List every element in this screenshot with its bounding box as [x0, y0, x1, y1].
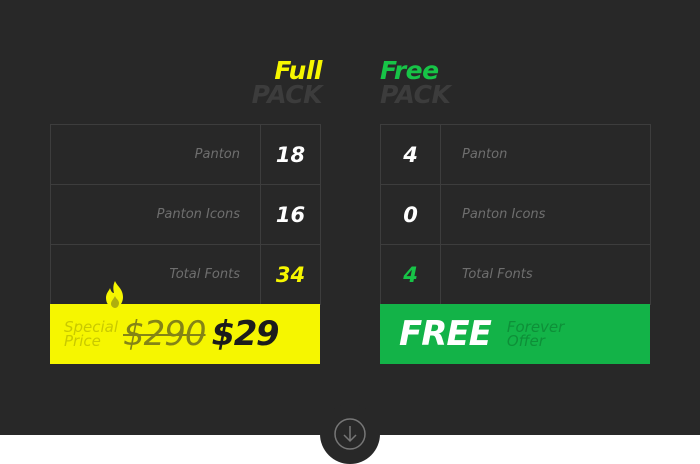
- full-pack-heading: Full PACK: [222, 58, 323, 109]
- special-price-label: Special Price: [64, 318, 119, 350]
- old-price: $290: [123, 314, 207, 354]
- table-row: 4 Total Fonts: [381, 245, 651, 305]
- feature-count: 4: [381, 125, 441, 185]
- get-free-pack-button[interactable]: FREE Forever Offer: [380, 304, 650, 364]
- table-row: 0 Panton Icons: [381, 185, 651, 245]
- free-pack-table: 4 Panton 0 Panton Icons 4 Total Fonts: [380, 124, 651, 305]
- total-count: 34: [261, 245, 321, 305]
- full-pack-subtitle: PACK: [251, 80, 323, 109]
- feature-label: Panton Icons: [441, 185, 651, 245]
- feature-label: Panton Icons: [51, 185, 261, 245]
- forever-offer-label: Forever Offer: [506, 318, 565, 350]
- feature-count: 18: [261, 125, 321, 185]
- feature-label: Panton: [51, 125, 261, 185]
- table-row: Total Fonts 34: [51, 245, 321, 305]
- table-row: 4 Panton: [381, 125, 651, 185]
- arrow-down-circle-icon: [334, 418, 366, 450]
- feature-label: Total Fonts: [441, 245, 651, 305]
- flame-icon: [106, 281, 123, 308]
- feature-label: Total Fonts: [51, 245, 261, 305]
- free-pack-heading: Free PACK: [350, 58, 480, 109]
- table-row: Panton Icons 16: [51, 185, 321, 245]
- free-label: FREE: [399, 314, 492, 354]
- table-row: Panton 18: [51, 125, 321, 185]
- feature-label: Panton: [441, 125, 651, 185]
- feature-count: 16: [261, 185, 321, 245]
- new-price: $29: [211, 314, 280, 354]
- feature-count: 0: [381, 185, 441, 245]
- total-count: 4: [381, 245, 441, 305]
- buy-full-pack-button[interactable]: Special Price $290 $29: [50, 304, 320, 364]
- free-pack-subtitle: PACK: [380, 80, 451, 109]
- full-pack-table: Panton 18 Panton Icons 16 Total Fonts 34: [50, 124, 321, 305]
- scroll-down-button[interactable]: [320, 404, 380, 464]
